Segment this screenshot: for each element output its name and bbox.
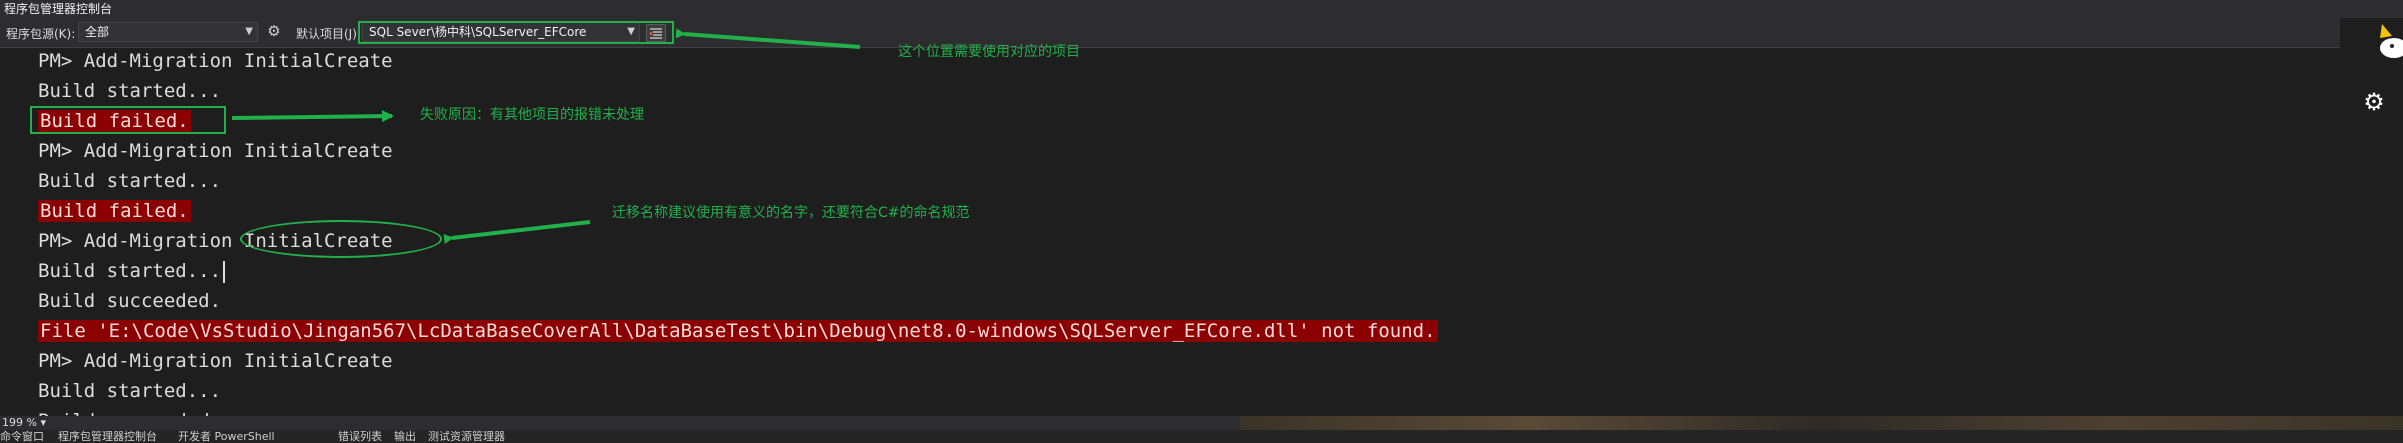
annotation-arrows: [231, 28, 861, 244]
tab-command-window[interactable]: 命令窗口: [0, 430, 44, 443]
naming-annotation: 迁移名称建议使用有意义的名字，还要符合C#的命名规范: [612, 205, 970, 221]
bottom-tab-bar: 命令窗口 程序包管理器控制台 开发者 PowerShell 错误列表 输出 测试…: [0, 430, 2403, 443]
tab-error-list[interactable]: 错误列表: [338, 430, 382, 443]
tab-output[interactable]: 输出: [394, 430, 416, 443]
settings-gear-icon[interactable]: ⚙: [2362, 90, 2386, 114]
tab-test-explorer[interactable]: 测试资源管理器: [428, 430, 505, 443]
failure-reason-annotation: 失败原因：有其他项目的报错未处理: [420, 107, 644, 123]
zoom-level[interactable]: 199 % ▾: [2, 416, 46, 430]
project-annotation: 这个位置需要使用对应的项目: [898, 44, 1080, 60]
mascot-icon: [2380, 24, 2403, 58]
project-arrow: [675, 28, 861, 49]
right-margin-panel: [2340, 18, 2403, 416]
failure-arrow: [231, 110, 394, 123]
tab-developer-powershell[interactable]: 开发者 PowerShell: [178, 430, 275, 443]
naming-arrow: [443, 220, 591, 244]
tab-package-manager-console[interactable]: 程序包管理器控制台: [58, 430, 157, 443]
